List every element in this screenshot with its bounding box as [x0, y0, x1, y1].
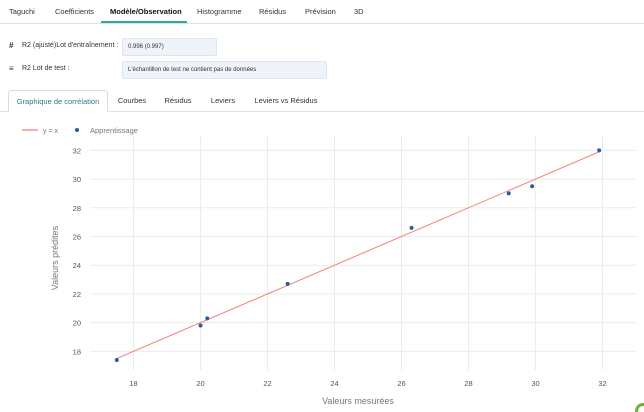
x-tick-label-24: 24: [330, 379, 338, 388]
subtab-correlation[interactable]: Graphique de corrélation: [8, 90, 108, 112]
data-point-5: [506, 191, 511, 196]
tab-residus[interactable]: Résidus: [259, 0, 286, 24]
x-tick-label-32: 32: [598, 379, 606, 388]
legend-point-swatch: [75, 128, 79, 132]
x-axis-label: Valeurs mesurées: [322, 396, 394, 406]
hash-icon: #: [9, 41, 14, 50]
chart-tab-bar: Graphique de corrélation Courbes Résidus…: [0, 90, 644, 112]
r2-train-value: 0.996 (0.997): [122, 38, 217, 56]
identity-line: [116, 151, 600, 359]
x-tick-label-30: 30: [531, 379, 539, 388]
tab-coefficients[interactable]: Coefficients: [55, 0, 94, 24]
y-tick-label-22: 22: [73, 290, 81, 299]
subtab-courbes[interactable]: Courbes: [112, 90, 152, 112]
list-icon: ≡: [9, 64, 14, 73]
data-point-2: [205, 316, 210, 321]
main-tab-bar: Taguchi Coefficients Modèle/Observation …: [0, 0, 644, 24]
tab-taguchi[interactable]: Taguchi: [9, 0, 35, 24]
y-axis-label: Valeurs prédites: [50, 225, 60, 290]
legend-label-line: y = x: [43, 128, 58, 135]
r2-test-value: L'échantillon de test ne contient pas de…: [122, 61, 327, 79]
data-point-1: [198, 323, 203, 328]
y-tick-label-32: 32: [73, 146, 81, 155]
y-tick-label-24: 24: [73, 261, 81, 270]
app-logo-icon: [635, 403, 644, 412]
data-point-7: [597, 148, 602, 153]
r2-train-label: R2 (ajusté)Lot d'entraînement :: [22, 42, 119, 49]
x-tick-label-28: 28: [464, 379, 472, 388]
x-tick-label-18: 18: [129, 379, 137, 388]
y-tick-label-26: 26: [73, 232, 81, 241]
chart-series: [114, 148, 602, 362]
x-tick-label-26: 26: [397, 379, 405, 388]
x-tick-label-20: 20: [196, 379, 204, 388]
tab-histogramme[interactable]: Histogramme: [197, 0, 242, 24]
correlation-chart: 18 20 22 24 26 28 30 32 18 20 22 24 26 28 30 32 y = x A…: [22, 126, 636, 406]
y-tick-label-28: 28: [73, 204, 81, 213]
data-point-3: [285, 281, 290, 286]
data-point-6: [530, 184, 535, 189]
y-tick-label-20: 20: [73, 319, 81, 328]
chart-legend: y = x Apprentissage: [22, 126, 138, 135]
tab-prevision[interactable]: Prévision: [305, 0, 336, 24]
x-tick-label-22: 22: [263, 379, 271, 388]
data-point-0: [114, 357, 119, 362]
data-point-4: [409, 225, 414, 230]
tab-3d[interactable]: 3D: [354, 0, 364, 24]
y-tick-label-30: 30: [73, 175, 81, 184]
r2-test-label: R2 Lot de test :: [22, 65, 70, 72]
subtab-leviers-vs-residus[interactable]: Leviers vs Résidus: [250, 90, 322, 112]
legend-label-points: Apprentissage: [90, 126, 138, 135]
active-tab-indicator: [101, 21, 187, 23]
subtab-residus[interactable]: Résidus: [160, 90, 196, 112]
subtab-leviers[interactable]: Leviers: [206, 90, 240, 112]
y-tick-label-18: 18: [73, 347, 81, 356]
